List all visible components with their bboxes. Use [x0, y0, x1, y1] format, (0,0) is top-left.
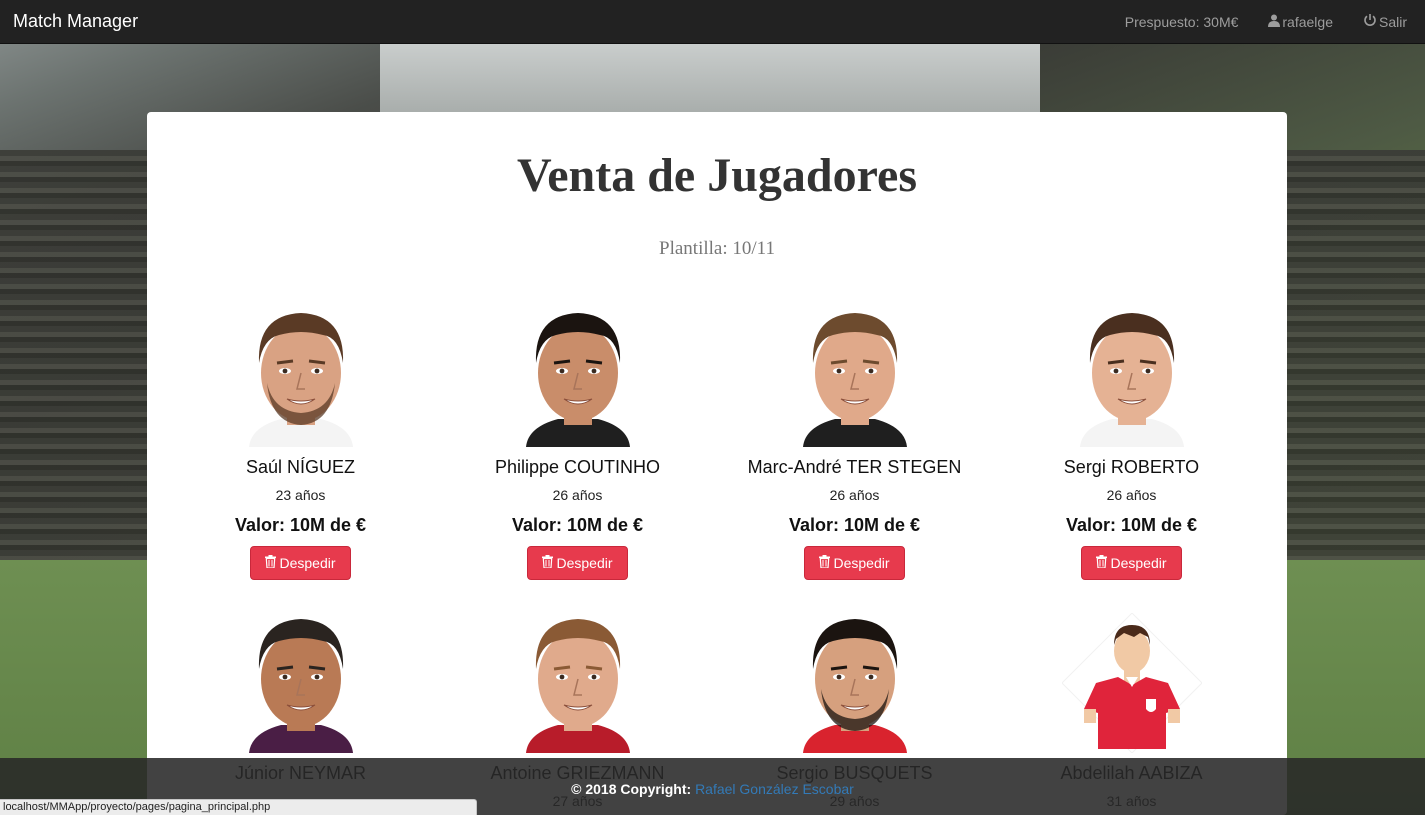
- player-card: Philippe COUTINHO 26 años Valor: 10M de € D…: [439, 307, 716, 580]
- browser-status-bar: localhost/MMApp/proyecto/pages/pagina_pr…: [0, 799, 477, 815]
- brand-link[interactable]: Match Manager: [0, 11, 138, 32]
- player-photo: [230, 307, 371, 447]
- player-value: Valor: 10M de €: [788, 515, 921, 535]
- user-icon: [1268, 14, 1281, 30]
- player-value: Valor: 10M de €: [1065, 515, 1198, 535]
- player-name: Saúl NÍGUEZ: [245, 457, 356, 477]
- navbar-right: Prespuesto: 30M€ rafaelge Salir: [1095, 13, 1425, 30]
- player-card: Sergi ROBERTO 26 años Valor: 10M de € Despe…: [993, 307, 1270, 580]
- crowd-right: [1285, 150, 1425, 570]
- player-photo: [230, 613, 371, 753]
- main-panel: Venta de Jugadores Plantilla: 10/11 Saúl…: [147, 112, 1287, 815]
- dismiss-label: Despedir: [279, 555, 336, 571]
- player-value: Valor: 10M de €: [234, 515, 367, 535]
- player-photo: [784, 613, 925, 753]
- dismiss-player-button[interactable]: Despedir: [804, 546, 905, 580]
- player-age: 23 años: [275, 487, 326, 503]
- player-photo: [1061, 307, 1202, 447]
- player-name: Marc-André TER STEGEN: [747, 457, 962, 477]
- crowd-left: [0, 150, 150, 570]
- player-photo: [507, 613, 648, 753]
- username-label: rafaelge: [1282, 13, 1333, 30]
- user-item[interactable]: rafaelge: [1268, 14, 1333, 30]
- dismiss-label: Despedir: [833, 555, 890, 571]
- logout-item[interactable]: Salir: [1363, 13, 1407, 30]
- trash-icon: [542, 555, 554, 571]
- stadium-roof: [380, 44, 1040, 114]
- dismiss-label: Despedir: [556, 555, 613, 571]
- budget-item[interactable]: Prespuesto: 30M€: [1125, 14, 1239, 30]
- dismiss-player-button[interactable]: Despedir: [527, 546, 628, 580]
- player-name: Sergi ROBERTO: [1063, 457, 1200, 477]
- dismiss-player-button[interactable]: Despedir: [1081, 546, 1182, 580]
- player-value: Valor: 10M de €: [511, 515, 644, 535]
- player-age: 26 años: [552, 487, 603, 503]
- copyright-text: © 2018 Copyright:: [571, 781, 692, 797]
- player-photo: [1061, 613, 1202, 753]
- trash-icon: [819, 555, 831, 571]
- trash-icon: [1096, 555, 1108, 571]
- player-age: 26 años: [1106, 487, 1157, 503]
- footer-copyright: © 2018 Copyright: Rafael González Escoba…: [0, 781, 1425, 797]
- power-icon: [1363, 13, 1377, 30]
- author-link[interactable]: Rafael González Escobar: [695, 781, 854, 797]
- trash-icon: [265, 555, 277, 571]
- dismiss-player-button[interactable]: Despedir: [250, 546, 351, 580]
- top-navbar: Match Manager Prespuesto: 30M€ rafaelge …: [0, 0, 1425, 44]
- logout-label: Salir: [1378, 13, 1407, 30]
- player-age: 26 años: [829, 487, 880, 503]
- player-photo: [784, 307, 925, 447]
- page-title: Venta de Jugadores: [516, 149, 918, 202]
- player-card: Saúl NÍGUEZ 23 años Valor: 10M de € Despedi…: [162, 307, 439, 580]
- player-name: Philippe COUTINHO: [494, 457, 661, 477]
- budget-label: Prespuesto: 30M€: [1124, 13, 1239, 30]
- dismiss-label: Despedir: [1110, 555, 1167, 571]
- player-card: Marc-André TER STEGEN 26 años Valor: 10M d…: [716, 307, 993, 580]
- squad-count: Plantilla: 10/11: [659, 238, 775, 259]
- player-photo: [507, 307, 648, 447]
